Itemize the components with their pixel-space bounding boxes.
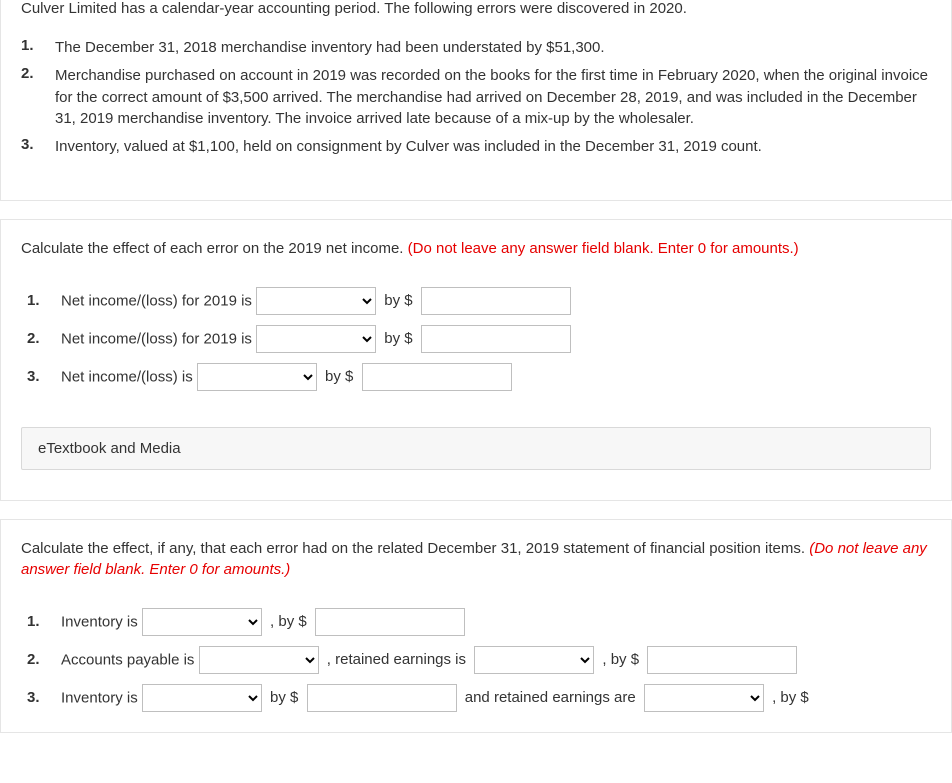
question-num: 1.	[27, 287, 61, 315]
question-label: Net income/(loss) for 2019 is	[61, 292, 252, 309]
etextbook-button[interactable]: eTextbook and Media	[21, 427, 931, 470]
mid-label: , retained earnings is	[327, 651, 466, 668]
amount-input[interactable]	[647, 646, 797, 674]
fact-item: 2. Merchandise purchased on account in 2…	[21, 65, 931, 130]
fact-text: The December 31, 2018 merchandise invent…	[55, 37, 931, 59]
fact-text: Merchandise purchased on account in 2019…	[55, 65, 931, 130]
question-row: 2. Net income/(loss) for 2019 is by $	[27, 325, 571, 353]
fact-text: Inventory, valued at $1,100, held on con…	[55, 136, 931, 158]
section-a-questions: 1. Net income/(loss) for 2019 is by $ 2.…	[27, 277, 571, 401]
question-label: Inventory is	[61, 689, 138, 706]
section-a-instructions: Calculate the effect of each error on th…	[21, 238, 931, 259]
by-label: by $	[270, 689, 298, 706]
question-row: 1. Inventory is , by $	[27, 608, 813, 636]
question-row: 1. Net income/(loss) for 2019 is by $	[27, 287, 571, 315]
mid-label: and retained earnings are	[465, 689, 636, 706]
question-label: Net income/(loss) is	[61, 368, 193, 385]
direction-select[interactable]	[199, 646, 319, 674]
question-label: Net income/(loss) for 2019 is	[61, 330, 252, 347]
direction-select[interactable]	[256, 287, 376, 315]
instr-text: Calculate the effect of each error on th…	[21, 240, 408, 257]
instr-text: Calculate the effect, if any, that each …	[21, 540, 809, 557]
direction-select[interactable]	[142, 608, 262, 636]
direction-select[interactable]	[474, 646, 594, 674]
question-num: 3.	[27, 363, 61, 391]
by-label: by $	[325, 368, 353, 385]
section-a-panel: Calculate the effect of each error on th…	[0, 219, 952, 501]
amount-input[interactable]	[307, 684, 457, 712]
direction-select[interactable]	[197, 363, 317, 391]
direction-select[interactable]	[256, 325, 376, 353]
amount-input[interactable]	[421, 325, 571, 353]
by-label: , by $	[602, 651, 639, 668]
question-num: 2.	[27, 646, 61, 674]
question-num: 1.	[27, 608, 61, 636]
direction-select[interactable]	[142, 684, 262, 712]
fact-item: 1. The December 31, 2018 merchandise inv…	[21, 37, 931, 59]
question-row: 2. Accounts payable is , retained earnin…	[27, 646, 813, 674]
direction-select[interactable]	[644, 684, 764, 712]
section-b-panel: Calculate the effect, if any, that each …	[0, 519, 952, 733]
amount-input[interactable]	[362, 363, 512, 391]
question-num: 2.	[27, 325, 61, 353]
fact-num: 3.	[21, 136, 55, 158]
by-label: by $	[384, 292, 412, 309]
fact-num: 2.	[21, 65, 55, 130]
question-label: Accounts payable is	[61, 651, 194, 668]
instr-warning: (Do not leave any answer field blank. En…	[408, 240, 799, 257]
by-label: , by $	[772, 689, 809, 706]
question-row: 3. Net income/(loss) is by $	[27, 363, 571, 391]
question-row: 3. Inventory is by $ and retained earnin…	[27, 684, 813, 712]
fact-num: 1.	[21, 37, 55, 59]
question-num: 3.	[27, 684, 61, 712]
intro-text: Culver Limited has a calendar-year accou…	[21, 0, 931, 17]
section-b-questions: 1. Inventory is , by $ 2. Accounts payab…	[27, 598, 813, 722]
amount-input[interactable]	[421, 287, 571, 315]
fact-item: 3. Inventory, valued at $1,100, held on …	[21, 136, 931, 158]
problem-panel: Culver Limited has a calendar-year accou…	[0, 0, 952, 201]
question-label: Inventory is	[61, 613, 138, 630]
by-label: , by $	[270, 613, 307, 630]
amount-input[interactable]	[315, 608, 465, 636]
facts-list: 1. The December 31, 2018 merchandise inv…	[21, 31, 931, 164]
section-b-instructions: Calculate the effect, if any, that each …	[21, 538, 931, 580]
by-label: by $	[384, 330, 412, 347]
